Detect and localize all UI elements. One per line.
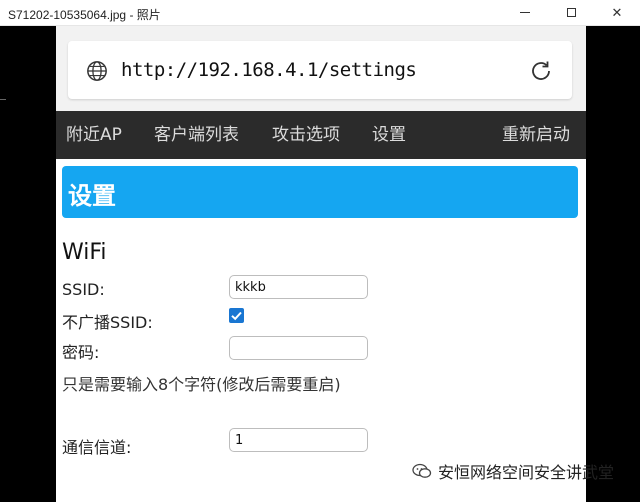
nav-item-client-list[interactable]: 客户端列表	[154, 111, 239, 159]
channel-label: 通信信道:	[62, 438, 132, 457]
divider	[0, 99, 6, 100]
top-nav: 附近AP 客户端列表 攻击选项 设置 重新启动	[56, 111, 586, 159]
window-title-bar: S71202-10535064.jpg - 照片 ✕	[0, 0, 640, 26]
password-label: 密码:	[62, 343, 100, 362]
close-icon: ✕	[611, 4, 623, 20]
nav-item-attack-options[interactable]: 攻击选项	[272, 111, 340, 159]
channel-input[interactable]: 1	[229, 428, 368, 452]
maximize-icon	[566, 8, 576, 17]
url-text[interactable]: http://192.168.4.1/settings	[121, 59, 417, 81]
section-title-wifi: WiFi	[62, 240, 107, 265]
address-bar[interactable]: http://192.168.4.1/settings	[68, 41, 572, 99]
minimize-icon	[520, 12, 530, 13]
restart-button[interactable]: 重新启动	[502, 111, 570, 159]
ssid-input[interactable]: kkkb	[229, 275, 368, 299]
password-input[interactable]	[229, 336, 368, 360]
nav-item-settings[interactable]: 设置	[372, 111, 406, 159]
nav-item-nearby-ap[interactable]: 附近AP	[66, 111, 122, 159]
minimize-button[interactable]	[502, 0, 548, 25]
hide-ssid-checkbox[interactable]	[229, 308, 244, 323]
watermark: 安恒网络空间安全讲武堂	[412, 458, 614, 484]
page-title: 设置	[68, 182, 116, 210]
password-hint: 只是需要输入8个字符(修改后需要重启)	[62, 375, 341, 394]
checkmark-icon	[231, 311, 242, 321]
page-header: 设置	[62, 166, 578, 218]
browser-toolbar: http://192.168.4.1/settings	[56, 26, 586, 111]
ssid-label: SSID:	[62, 280, 105, 299]
reload-icon[interactable]	[528, 58, 554, 84]
settings-page: 设置 WiFi SSID: kkkb 不广播SSID: 密码: 只是需要输入8个…	[56, 159, 586, 502]
globe-icon	[87, 61, 107, 81]
photo-viewer: http://192.168.4.1/settings 附近AP 客户端列表 攻…	[0, 26, 640, 502]
wechat-icon	[412, 463, 432, 478]
close-button[interactable]: ✕	[594, 0, 640, 25]
phone-screenshot: http://192.168.4.1/settings 附近AP 客户端列表 攻…	[56, 26, 586, 502]
watermark-text: 安恒网络空间安全讲武堂	[438, 463, 615, 482]
maximize-button[interactable]	[548, 0, 594, 25]
window-title: S71202-10535064.jpg - 照片	[8, 8, 161, 22]
hide-ssid-label: 不广播SSID:	[62, 313, 153, 332]
